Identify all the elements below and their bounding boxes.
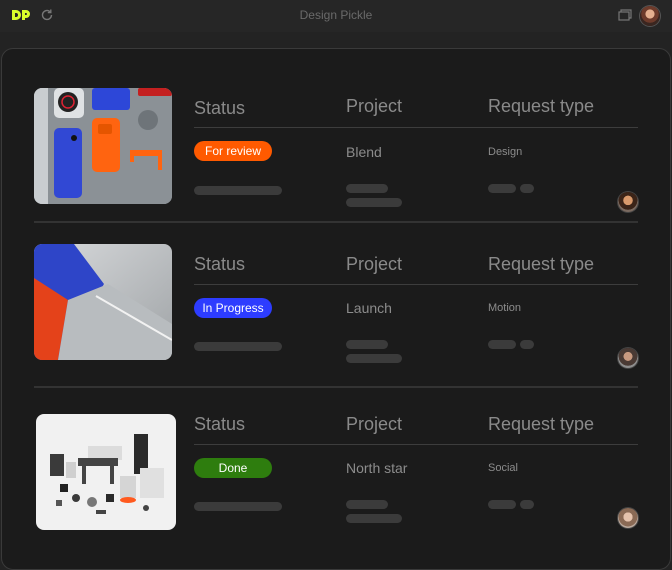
project-header: Project bbox=[346, 96, 403, 116]
skeleton-bar bbox=[346, 340, 388, 349]
request-card[interactable]: Status Project Request type In Progress … bbox=[34, 244, 638, 368]
request-type-header: Request type bbox=[488, 414, 595, 434]
user-avatar[interactable] bbox=[640, 6, 660, 26]
skeleton-bar bbox=[346, 198, 402, 207]
skeleton-bar bbox=[346, 184, 388, 193]
skeleton-bar bbox=[346, 500, 388, 509]
skeleton-bar bbox=[520, 184, 534, 193]
assignee-avatar[interactable] bbox=[618, 508, 638, 528]
title-bar: Design Pickle bbox=[0, 0, 672, 32]
assignee-avatar[interactable] bbox=[618, 192, 638, 212]
request-type-value: Motion bbox=[488, 302, 522, 314]
skeleton-bar bbox=[346, 354, 402, 363]
status-badge: Done bbox=[194, 458, 272, 478]
window-title: Design Pickle bbox=[299, 8, 373, 22]
status-badge: In Progress bbox=[194, 298, 272, 318]
request-card[interactable]: Status Project Request type Done North s… bbox=[34, 414, 638, 534]
project-thumbnail-north-star bbox=[36, 414, 176, 530]
skeleton-bar bbox=[488, 500, 516, 509]
header-divider bbox=[194, 444, 638, 445]
project-name: Blend bbox=[346, 144, 382, 160]
request-type-header: Request type bbox=[488, 254, 595, 274]
project-name: North star bbox=[346, 460, 408, 476]
skeleton-bar bbox=[194, 342, 282, 351]
skeleton-bar bbox=[488, 184, 516, 193]
tab-switcher-icon[interactable] bbox=[618, 9, 632, 21]
card-divider bbox=[34, 386, 638, 388]
request-type-value: Social bbox=[488, 462, 518, 474]
request-type-value: Design bbox=[488, 146, 523, 158]
status-badge: For review bbox=[194, 141, 272, 161]
request-card[interactable]: Status Project Request type For review B… bbox=[34, 88, 638, 212]
skeleton-bar bbox=[194, 186, 282, 195]
skeleton-bar bbox=[488, 340, 516, 349]
assignee-avatar[interactable] bbox=[618, 348, 638, 368]
skeleton-bar bbox=[520, 500, 534, 509]
status-header: Status bbox=[194, 98, 246, 118]
card-divider bbox=[34, 221, 638, 223]
project-name: Launch bbox=[346, 300, 392, 316]
skeleton-bar bbox=[194, 502, 282, 511]
project-header: Project bbox=[346, 414, 403, 434]
project-thumbnail-blend bbox=[34, 88, 172, 204]
header-divider bbox=[194, 127, 638, 128]
header-divider bbox=[194, 284, 638, 285]
skeleton-bar bbox=[520, 340, 534, 349]
project-thumbnail-launch bbox=[34, 244, 172, 360]
status-header: Status bbox=[194, 414, 246, 434]
skeleton-bar bbox=[346, 514, 402, 523]
status-header: Status bbox=[194, 254, 246, 274]
request-type-header: Request type bbox=[488, 96, 595, 116]
project-header: Project bbox=[346, 254, 403, 274]
